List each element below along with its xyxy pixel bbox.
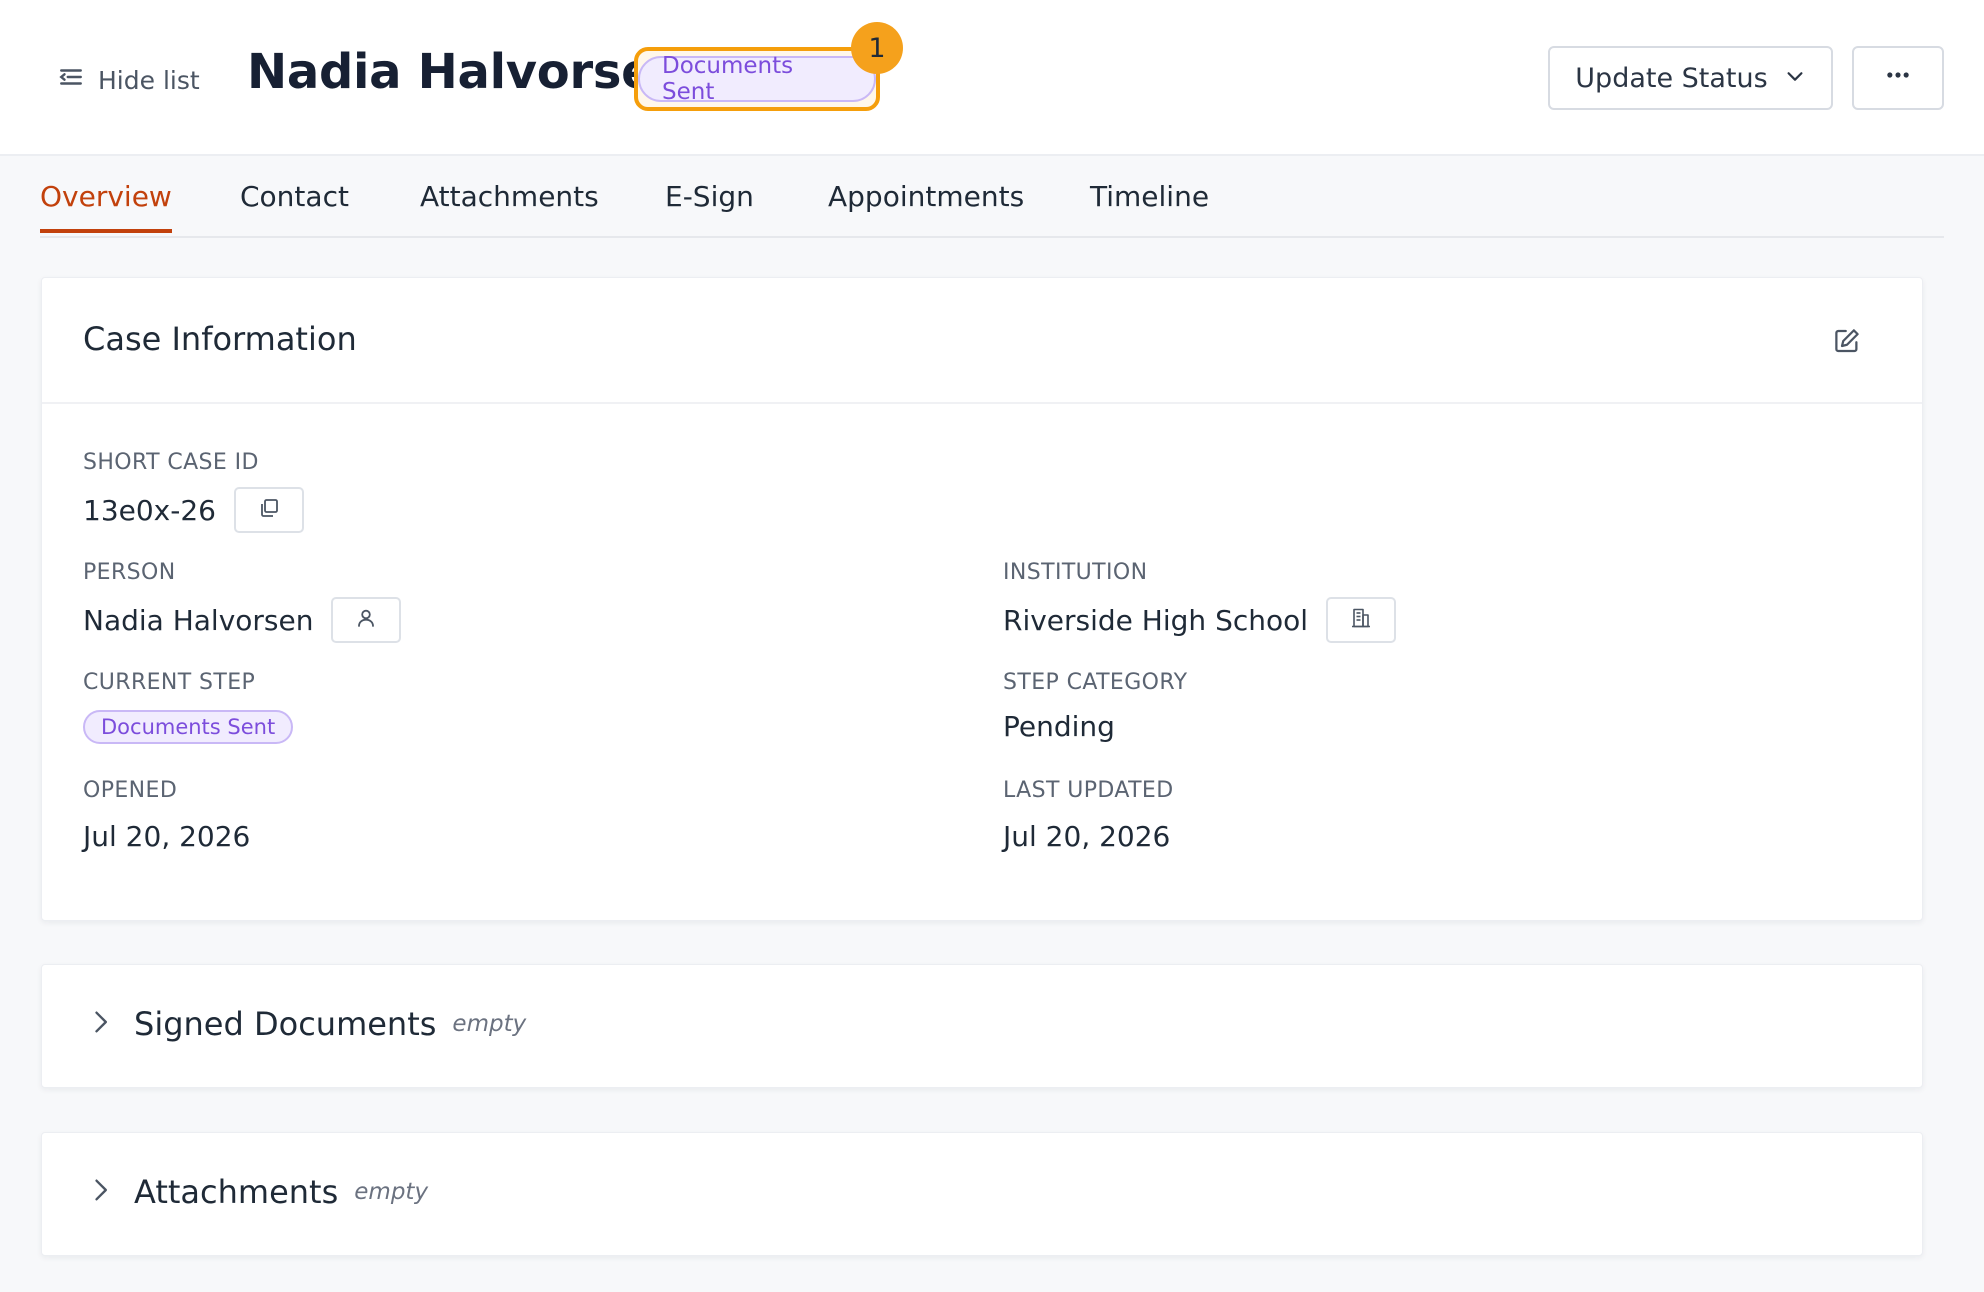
institution-label: INSTITUTION [1003,560,1148,585]
attachments-state: empty [354,1179,429,1205]
current-step-label: CURRENT STEP [83,670,256,695]
case-information-title: Case Information [83,320,357,358]
ellipsis-icon [1884,61,1912,96]
page-title: Nadia Halvorsen [247,44,688,100]
current-step-badge: Documents Sent [83,710,294,744]
chevron-down-icon [1784,63,1806,94]
tab-e-sign[interactable]: E-Sign [665,180,754,233]
opened-value: Jul 20, 2026 [83,819,251,853]
page-header: Hide list Nadia Halvorsen Documents Sent… [0,0,1984,156]
opened-label: OPENED [83,778,178,803]
step-category-value: Pending [1003,709,1115,743]
building-icon [1349,604,1373,637]
signed-documents-state: empty [452,1011,527,1037]
current-step-field: Documents Sent [83,708,294,746]
attachments-toggle[interactable]: Attachments empty [86,1173,428,1211]
edit-case-button[interactable] [1832,326,1862,356]
hide-list-label: Hide list [98,65,200,95]
attachments-section: Attachments empty [41,1132,1923,1256]
card-header: Case Information [42,278,1922,404]
short-case-id-field: 13e0x-26 [83,486,304,534]
tab-timeline[interactable]: Timeline [1090,180,1209,233]
last-updated-label: LAST UPDATED [1003,778,1174,803]
person-value: Nadia Halvorsen [83,603,314,637]
view-institution-button[interactable] [1326,597,1397,643]
signed-documents-toggle[interactable]: Signed Documents empty [86,1005,526,1043]
more-options-button[interactable] [1852,46,1944,110]
case-information-card: Case Information SHORT CASE ID 13e0x-26 … [41,277,1923,921]
status-badge[interactable]: Documents Sent [638,53,876,105]
notification-count-badge: 1 [851,22,903,74]
copy-case-id-button[interactable] [233,487,304,533]
person-field: Nadia Halvorsen [83,596,402,644]
user-icon [354,604,378,637]
last-updated-value: Jul 20, 2026 [1003,819,1171,853]
tab-attachments[interactable]: Attachments [420,180,599,233]
hide-list-button[interactable]: Hide list [58,58,200,102]
view-person-button[interactable] [331,597,402,643]
institution-value: Riverside High School [1003,603,1309,637]
signed-documents-title: Signed Documents [134,1005,437,1043]
person-label: PERSON [83,560,176,585]
list-collapse-icon [58,64,84,96]
update-status-label: Update Status [1575,62,1768,94]
attachments-title: Attachments [134,1173,339,1211]
tab-contact[interactable]: Contact [240,180,349,233]
short-case-id-value: 13e0x-26 [83,493,216,527]
update-status-button[interactable]: Update Status [1548,46,1833,110]
status-highlight[interactable]: Documents Sent [634,47,880,111]
institution-field: Riverside High School [1003,596,1397,644]
chevron-right-icon [86,1176,114,1208]
step-category-label: STEP CATEGORY [1003,670,1188,695]
edit-icon [1832,329,1862,360]
tab-overview[interactable]: Overview [40,180,172,233]
copy-icon [257,494,281,527]
chevron-right-icon [86,1008,114,1040]
signed-documents-section: Signed Documents empty [41,964,1923,1088]
tab-bar: Overview Contact Attachments E-Sign Appo… [40,156,1944,238]
short-case-id-label: SHORT CASE ID [83,450,259,475]
tab-appointments[interactable]: Appointments [828,180,1024,233]
